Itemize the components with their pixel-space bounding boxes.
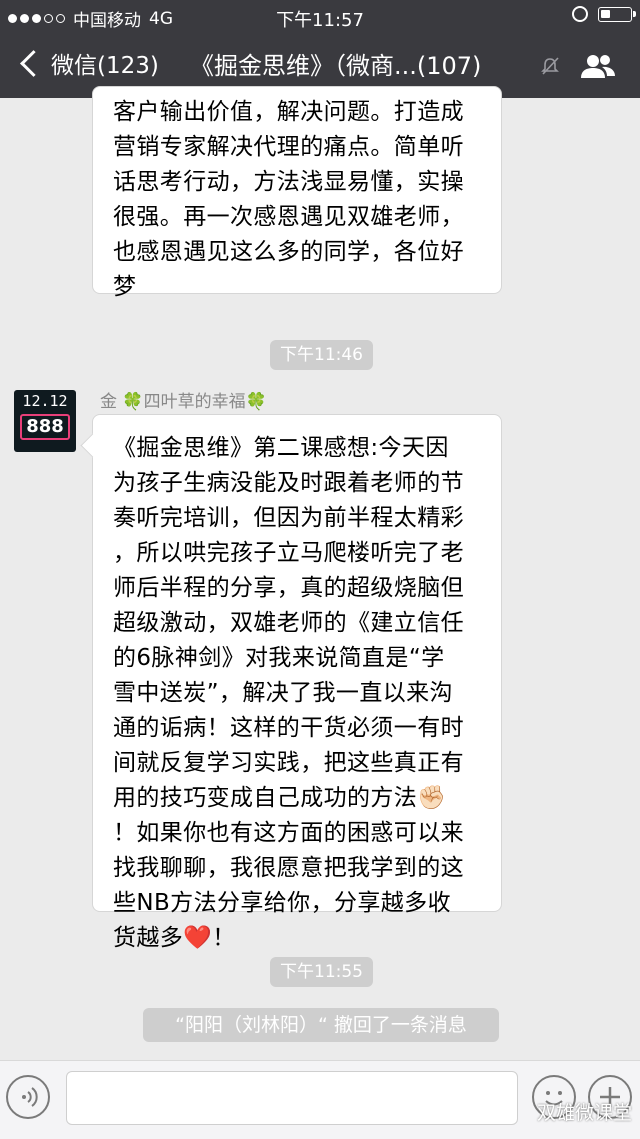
message-line: 也感恩遇见这么多的同学，各位好 — [113, 239, 464, 265]
recall-notice: “阳阳（刘林阳）“ 撤回了一条消息 — [143, 1008, 499, 1042]
message-bubble[interactable]: 客户输出价值，解决问题。打造成 营销专家解决代理的痛点。简单听 话思考行动，方法浅显… — [92, 86, 502, 300]
message-line: 些NB方法分享给你，分享越多收 — [113, 890, 451, 916]
back-button[interactable]: 微信(123) — [18, 46, 159, 80]
voice-button[interactable] — [6, 1075, 50, 1119]
message-line: 货越多❤️！ — [113, 925, 236, 951]
message-line: 《掘金思维》第二课感想:今天因 — [113, 435, 449, 461]
voice-icon — [22, 1087, 38, 1107]
message-line: 奏听完培训，但因为前半程太精彩 — [113, 505, 464, 531]
message-line: 间就反复学习实践，把这些真正有 — [113, 750, 464, 776]
message-line: 梦 — [113, 274, 137, 300]
message-input[interactable] — [66, 1071, 518, 1125]
chat-title: 《掘金思维》（微商...(107) — [190, 52, 482, 80]
message-line: 的6脉神剑》对我来说简直是“学 — [113, 645, 445, 671]
chevron-left-icon — [20, 49, 47, 77]
clover-icon: 🍀 — [245, 392, 267, 412]
battery-icon — [598, 6, 636, 22]
sender-name: 金 🍀四叶草的幸福🍀 — [100, 392, 267, 412]
message-line: 话思考行动，方法浅显易懂，实操 — [113, 169, 464, 195]
message-line: 雪中送炭”，解决了我一直以来沟 — [113, 680, 453, 706]
message-line: ！如果你也有这方面的困惑可以来 — [113, 820, 464, 846]
message-bubble[interactable]: 《掘金思维》第二课感想:今天因 为孩子生病没能及时跟着老师的节 奏听完培训，但因为前… — [92, 414, 502, 951]
alarm-icon — [572, 6, 588, 22]
back-label: 微信(123) — [51, 53, 159, 79]
avatar[interactable]: 12.12 888 — [14, 390, 76, 452]
watermark: 双雄微课堂 — [536, 1102, 632, 1124]
clover-icon: 🍀 — [122, 392, 144, 412]
message-line: 师后半程的分享，真的超级烧脑但 — [113, 575, 464, 601]
message-line: 为孩子生病没能及时跟着老师的节 — [113, 470, 464, 496]
message-line: 营销专家解决代理的痛点。简单听 — [113, 134, 464, 160]
message-line: 用的技巧变成自己成功的方法✊🏻 — [113, 785, 447, 811]
message-line: 客户输出价值，解决问题。打造成 — [113, 99, 464, 125]
mute-icon — [541, 57, 559, 75]
message-line: 通的诟病！这样的干货必须一有时 — [113, 715, 464, 741]
group-members-icon[interactable] — [580, 52, 616, 80]
message-line: ，所以哄完孩子立马爬楼听完了老 — [113, 540, 464, 566]
status-time: 下午11:57 — [276, 10, 364, 31]
message-line: 超级激动，双雄老师的《建立信任 — [113, 610, 464, 636]
message-line: 很强。再一次感恩遇见双雄老师， — [113, 204, 464, 230]
timestamp-chip: 下午11:55 — [270, 957, 373, 987]
timestamp-chip: 下午11:46 — [270, 340, 373, 370]
status-bar: 中国移动 4G 下午11:57 — [0, 0, 640, 32]
message-line: 找我聊聊，我很愿意把我学到的这 — [113, 855, 464, 881]
top-bar: 中国移动 4G 下午11:57 微信(123) 《掘金思维》（微商...(107… — [0, 0, 640, 98]
